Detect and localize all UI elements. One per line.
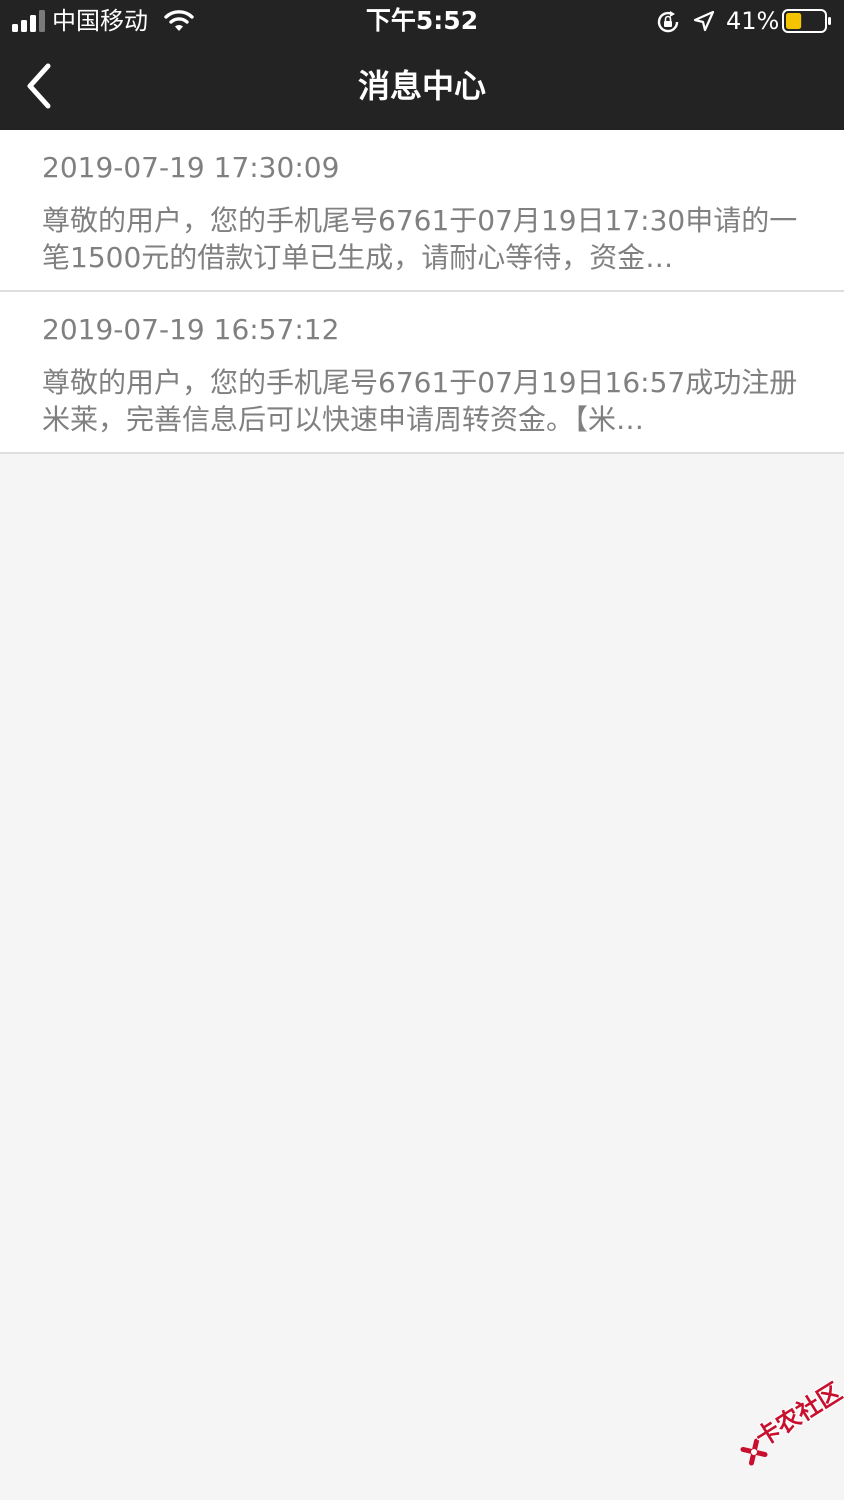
message-list: 2019-07-19 17:30:09 尊敬的用户，您的手机尾号6761于07月… <box>0 130 844 454</box>
battery-percent: 41% <box>726 7 780 35</box>
message-timestamp: 2019-07-19 17:30:09 <box>42 151 340 184</box>
status-bar: 中国移动 下午5:52 41% <box>0 0 844 44</box>
battery-icon <box>782 9 831 33</box>
header: 中国移动 下午5:52 41% 消息中心 <box>0 0 844 130</box>
message-timestamp: 2019-07-19 16:57:12 <box>42 313 340 346</box>
message-item[interactable]: 2019-07-19 16:57:12 尊敬的用户，您的手机尾号6761于07月… <box>0 292 844 454</box>
status-time: 下午5:52 <box>365 6 479 35</box>
nav-bar: 消息中心 <box>0 44 844 130</box>
message-item[interactable]: 2019-07-19 17:30:09 尊敬的用户，您的手机尾号6761于07月… <box>0 130 844 292</box>
location-arrow-icon <box>693 10 715 32</box>
message-body: 尊敬的用户，您的手机尾号6761于07月19日16:57成功注册米莱，完善信息后… <box>42 366 798 436</box>
chevron-left-icon <box>27 63 51 109</box>
message-body: 尊敬的用户，您的手机尾号6761于07月19日17:30申请的一笔1500元的借… <box>42 204 798 274</box>
page-title: 消息中心 <box>357 67 486 105</box>
rotation-lock-icon <box>657 11 679 33</box>
back-button[interactable] <box>14 56 74 116</box>
